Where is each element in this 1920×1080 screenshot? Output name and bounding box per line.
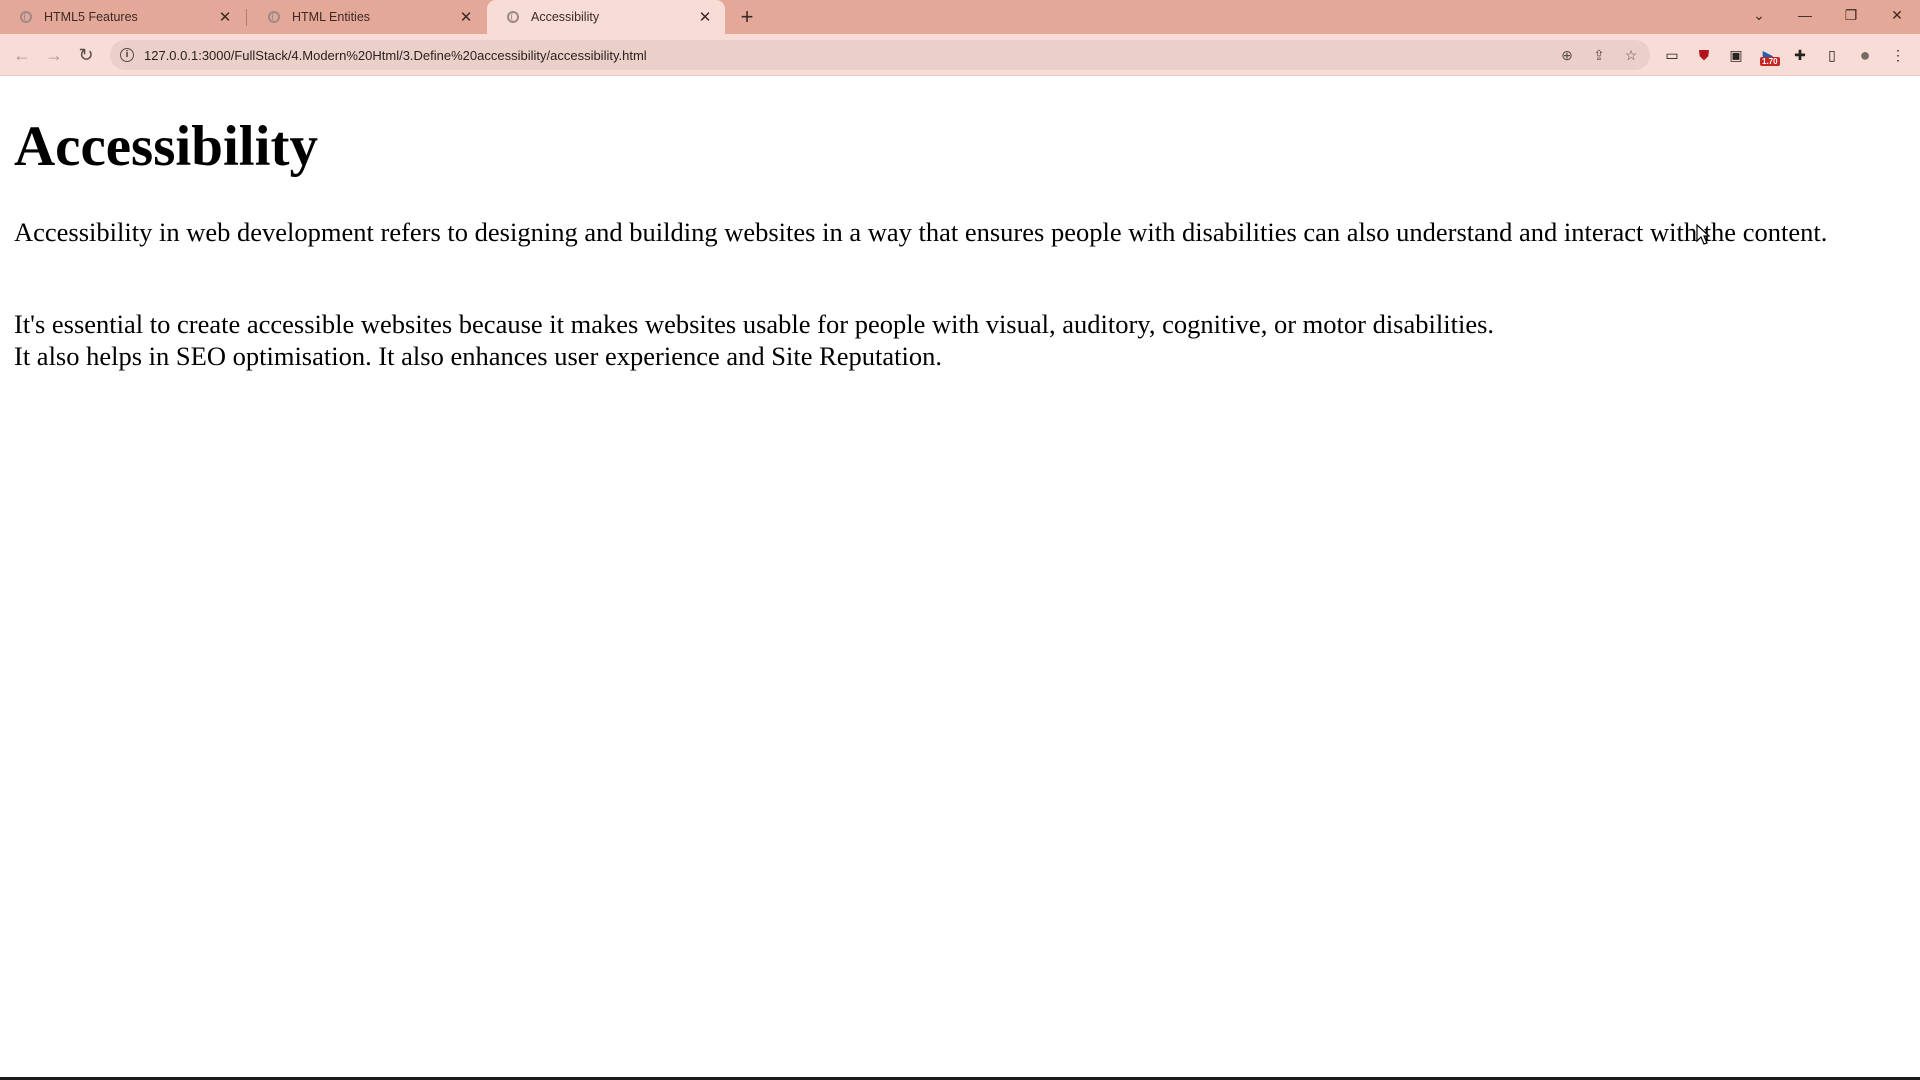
tab-title: HTML Entities bbox=[292, 10, 371, 24]
zoom-icon[interactable]: ⊕ bbox=[1554, 42, 1580, 68]
restore-button[interactable]: ❐ bbox=[1828, 0, 1874, 30]
close-window-button[interactable]: ✕ bbox=[1874, 0, 1920, 30]
paragraph-importance: It's essential to create accessible webs… bbox=[14, 308, 1894, 372]
paragraph-line: It's essential to create accessible webs… bbox=[14, 309, 1495, 339]
tab-accessibility[interactable]: Accessibility ✕ bbox=[487, 0, 725, 34]
address-bar[interactable]: i 127.0.0.1:3000/FullStack/4.Modern%20Ht… bbox=[110, 40, 1650, 70]
minimize-button[interactable]: — bbox=[1782, 0, 1828, 30]
paragraph-line: It also helps in SEO optimisation. It al… bbox=[14, 341, 943, 371]
tab-title: HTML5 Features bbox=[44, 10, 138, 24]
extension-speed-icon[interactable]: ▶ 1.70 bbox=[1756, 43, 1780, 67]
tab-html-entities[interactable]: HTML Entities ✕ bbox=[248, 0, 486, 34]
close-icon[interactable]: ✕ bbox=[456, 7, 476, 27]
site-info-icon[interactable]: i bbox=[120, 48, 134, 62]
extension-pip-icon[interactable]: ▣ bbox=[1724, 43, 1748, 67]
ublock-shield-icon[interactable]: ⛊ bbox=[1692, 43, 1716, 67]
side-panel-icon[interactable]: ▯ bbox=[1820, 43, 1844, 67]
page-content: Accessibility Accessibility in web devel… bbox=[0, 76, 1920, 1080]
tab-separator bbox=[246, 9, 247, 26]
globe-icon bbox=[268, 11, 280, 23]
share-icon[interactable]: ⇪ bbox=[1586, 42, 1612, 68]
puzzle-icon[interactable]: ✚ bbox=[1788, 43, 1812, 67]
forward-button[interactable]: → bbox=[40, 41, 68, 69]
close-icon[interactable]: ✕ bbox=[695, 7, 715, 27]
tab-strip: HTML5 Features ✕ HTML Entities ✕ Accessi… bbox=[0, 0, 1920, 34]
tab-html5-features[interactable]: HTML5 Features ✕ bbox=[0, 0, 245, 34]
mouse-cursor-icon bbox=[1696, 224, 1711, 245]
reload-button[interactable]: ↻ bbox=[72, 41, 100, 69]
paragraph-definition: Accessibility in web development refers … bbox=[14, 217, 1828, 247]
browser-toolbar: ← → ↻ i 127.0.0.1:3000/FullStack/4.Moder… bbox=[0, 34, 1920, 76]
tab-title: Accessibility bbox=[531, 10, 600, 24]
globe-icon bbox=[507, 11, 519, 23]
new-tab-button[interactable]: + bbox=[735, 4, 759, 29]
url-text[interactable]: 127.0.0.1:3000/FullStack/4.Modern%20Html… bbox=[144, 48, 1554, 63]
profile-avatar-icon[interactable]: ● bbox=[1853, 43, 1877, 67]
page-heading: Accessibility bbox=[14, 115, 318, 178]
bookmark-star-icon[interactable]: ☆ bbox=[1618, 42, 1644, 68]
tab-search-icon[interactable]: ⌄ bbox=[1736, 0, 1782, 30]
back-button[interactable]: ← bbox=[8, 41, 36, 69]
close-icon[interactable]: ✕ bbox=[215, 7, 235, 27]
kebab-menu-icon[interactable]: ⋮ bbox=[1886, 43, 1910, 67]
browser-window: HTML5 Features ✕ HTML Entities ✕ Accessi… bbox=[0, 0, 1920, 1080]
extension-cc-icon[interactable]: ▭ bbox=[1660, 43, 1684, 67]
speed-badge: 1.70 bbox=[1760, 57, 1780, 66]
globe-icon bbox=[20, 11, 32, 23]
